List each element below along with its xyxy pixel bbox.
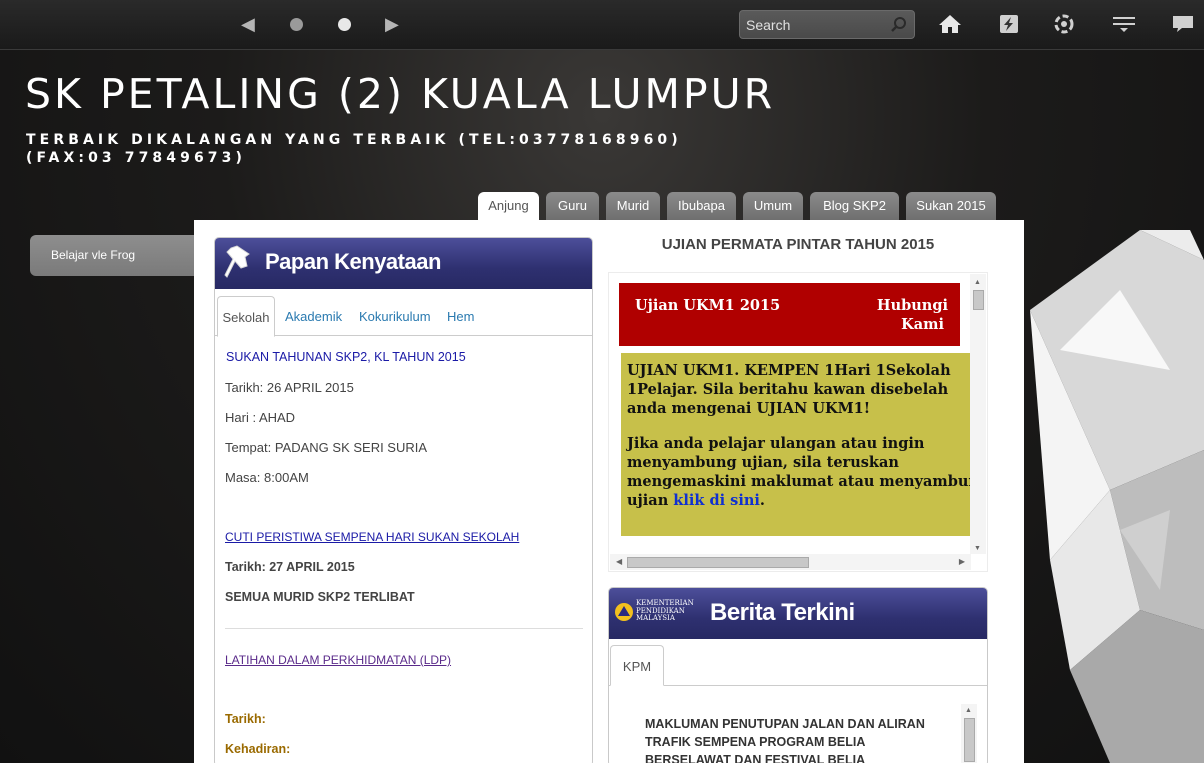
tab-kpm[interactable]: KPM xyxy=(610,645,664,686)
menu-icon[interactable] xyxy=(1111,12,1137,36)
ujian-text-line: 1Pelajar. Sila beritahu kawan disebelah xyxy=(627,381,949,398)
notice-subtabs: Sekolah Akademik Kokurikulum Hem xyxy=(215,296,592,337)
settings-icon[interactable] xyxy=(1051,12,1077,36)
ujian-text-line: anda mengenai UJIAN UKM1! xyxy=(627,400,871,417)
kpm-logo-line: MALAYSIA xyxy=(636,614,675,622)
berita-panel: KEMENTERIAN PENDIDIKAN MALAYSIA Berita T… xyxy=(608,587,988,763)
subtab-akademik[interactable]: Akademik xyxy=(285,296,342,336)
tab-blog-skp2[interactable]: Blog SKP2 xyxy=(810,192,899,220)
pushpin-icon xyxy=(224,245,250,278)
berita-news-text: MAKLUMAN PENUTUPAN JALAN DAN ALIRAN TRAF… xyxy=(645,717,925,763)
scroll-down-icon[interactable]: ▼ xyxy=(974,545,981,552)
scroll-thumb[interactable] xyxy=(973,290,984,310)
scroll-up-icon[interactable]: ▲ xyxy=(974,279,981,286)
ldp-link[interactable]: LATIHAN DALAM PERKHIDMATAN (LDP) xyxy=(225,653,451,667)
klik-di-sini-link[interactable]: klik di sini xyxy=(673,492,760,509)
scroll-left-icon[interactable]: ◀ xyxy=(616,557,622,566)
subtab-kokurikulum[interactable]: Kokurikulum xyxy=(359,296,431,336)
cuti-tarikh: Tarikh: 27 APRIL 2015 xyxy=(225,560,355,574)
ujian-text-line: ujian xyxy=(627,492,674,509)
dot-icon[interactable] xyxy=(338,18,351,31)
berita-tab-line xyxy=(609,685,987,686)
belajar-vle-frog-button[interactable]: Belajar vle Frog xyxy=(30,235,198,276)
flash-icon[interactable] xyxy=(996,12,1022,36)
home-icon[interactable] xyxy=(937,12,963,36)
divider xyxy=(225,628,583,629)
notice-tarikh: Tarikh: 26 APRIL 2015 xyxy=(225,380,354,395)
berita-title: Berita Terkini xyxy=(710,599,855,626)
kpm-logo-text: KEMENTERIAN PENDIDIKAN MALAYSIA xyxy=(636,599,694,623)
ldp-tarikh-label: Tarikh: xyxy=(225,712,266,726)
horizontal-scrollbar[interactable]: ◀ ▶ xyxy=(610,554,971,570)
notice-board: Papan Kenyataan Sekolah Akademik Kokurik… xyxy=(214,237,593,763)
ujian-text-line: Jika anda pelajar ulangan atau ingin xyxy=(627,435,925,452)
ujian-notice-box: UJIAN UKM1. KEMPEN 1Hari 1Sekolah 1Pelaj… xyxy=(621,353,973,536)
berita-scrollbar[interactable]: ▲ xyxy=(961,704,977,763)
tab-sukan-2015[interactable]: Sukan 2015 xyxy=(906,192,996,220)
search-icon[interactable] xyxy=(890,16,908,34)
ujian-text-line: mengemaskini maklumat atau menyambung xyxy=(627,473,973,490)
ujian-title: UJIAN PERMATA PINTAR TAHUN 2015 xyxy=(661,236,935,253)
berita-header: KEMENTERIAN PENDIDIKAN MALAYSIA Berita T… xyxy=(609,588,987,639)
banner-left-text: Ujian UKM1 2015 xyxy=(635,297,781,314)
tab-guru[interactable]: Guru xyxy=(546,192,599,220)
ujian-text-line: UJIAN UKM1. KEMPEN 1Hari 1Sekolah xyxy=(627,362,951,379)
dot-icon[interactable] xyxy=(290,18,303,31)
kpm-logo: KEMENTERIAN PENDIDIKAN MALAYSIA xyxy=(613,599,703,626)
site-tagline: TERBAIK DIKALANGAN YANG TERBAIK (TEL:037… xyxy=(26,132,682,166)
scroll-thumb[interactable] xyxy=(964,718,975,762)
tab-murid[interactable]: Murid xyxy=(606,192,660,220)
tab-anjung[interactable]: Anjung xyxy=(478,192,539,220)
tab-ibubapa[interactable]: Ibubapa xyxy=(667,192,736,220)
site-title: SK PETALING (2) KUALA LUMPUR xyxy=(25,70,776,118)
scroll-up-icon[interactable]: ▲ xyxy=(965,707,972,714)
ujian-text-line: menyambung ujian, sila teruskan xyxy=(627,454,899,471)
search-box xyxy=(739,10,915,39)
subtab-sekolah[interactable]: Sekolah xyxy=(217,296,275,337)
notice-header: Papan Kenyataan xyxy=(215,238,592,289)
origami-decoration xyxy=(1030,230,1204,763)
scroll-thumb-horizontal[interactable] xyxy=(627,557,809,568)
ldp-kehadiran-label: Kehadiran: xyxy=(225,742,291,756)
cuti-detail: SEMUA MURID SKP2 TERLIBAT xyxy=(225,590,415,604)
chat-icon[interactable] xyxy=(1170,12,1196,36)
notice-title: Papan Kenyataan xyxy=(265,249,441,274)
cuti-peristiwa-link[interactable]: CUTI PERISTIWA SEMPENA HARI SUKAN SEKOLA… xyxy=(225,530,519,544)
notice-hari: Hari : AHAD xyxy=(225,410,296,425)
arrow-right-icon[interactable]: ▶ xyxy=(385,14,399,35)
banner-right-text-2: Kami xyxy=(901,316,944,333)
notice-tempat: Tempat: PADANG SK SERI SURIA xyxy=(225,440,428,455)
scroll-right-icon[interactable]: ▶ xyxy=(959,557,965,566)
ujian-scroll-frame[interactable]: Ujian UKM1 2015 Hubungi Kami UJIAN UKM1.… xyxy=(608,272,988,572)
notice-masa: Masa: 8:00AM xyxy=(225,470,309,485)
notice-heading: SUKAN TAHUNAN SKP2, KL TAHUN 2015 xyxy=(226,350,466,364)
arrow-left-icon[interactable]: ◀ xyxy=(241,14,255,35)
subtab-hem[interactable]: Hem xyxy=(447,296,474,336)
vertical-scrollbar[interactable]: ▲ ▼ xyxy=(970,274,986,554)
search-input[interactable] xyxy=(746,16,886,34)
tab-umum[interactable]: Umum xyxy=(743,192,803,220)
banner-right-text-1: Hubungi xyxy=(876,297,948,314)
top-bar: ◀ ▶ xyxy=(0,0,1204,50)
kpm-emblem-icon xyxy=(615,603,633,621)
ujian-banner: Ujian UKM1 2015 Hubungi Kami xyxy=(619,283,960,346)
ujian-link-suffix: . xyxy=(759,492,765,509)
